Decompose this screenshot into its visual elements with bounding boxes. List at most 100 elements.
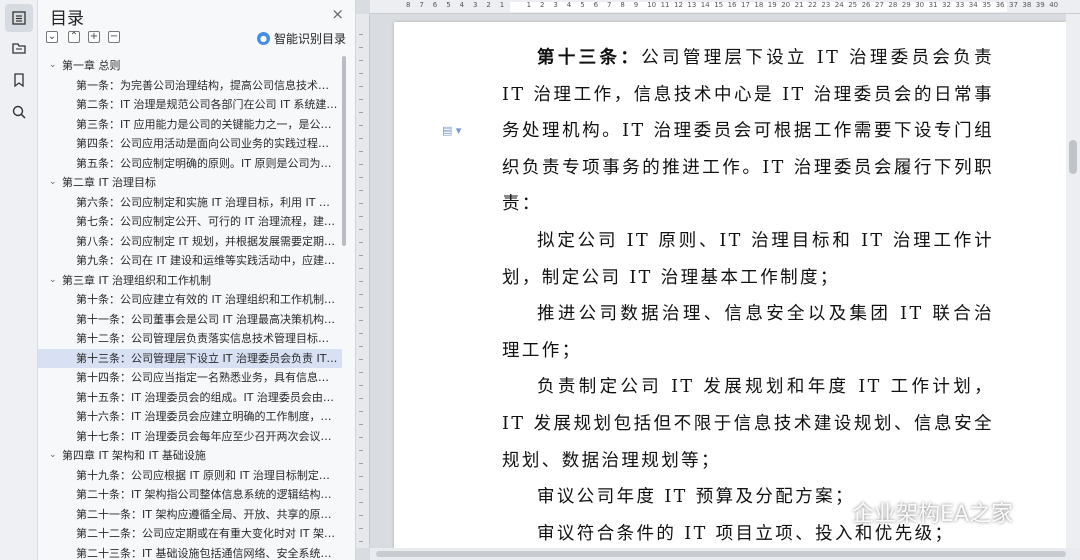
ruler-tick [359, 60, 363, 61]
toc-item-label: 第十七条：IT 治理委员会每年应至少召开两次会议，… [76, 429, 342, 443]
article-text: 公司管理层下设立 IT 治理委员会负责 IT 治理工作，信息技术中心是 IT 治… [502, 48, 994, 215]
ruler-number: 7 [607, 1, 612, 9]
ruler-number: 36 [995, 1, 1005, 9]
ruler-tick [359, 294, 363, 295]
watermark-text: 企业架构EA之家 [852, 502, 1013, 527]
toc-article-item[interactable]: 第一条：为完善公司治理结构，提高公司信息技术（… [38, 76, 342, 96]
ruler-number: 27 [875, 1, 884, 9]
toc-article-item[interactable]: 第五条：公司应制定明确的原则。IT 原则是公司为实… [38, 154, 342, 174]
ruler-number: 22 [808, 1, 817, 9]
chevron-down-icon[interactable]: ⌄ [49, 173, 57, 193]
toc-article-item[interactable]: 第十一条：公司董事会是公司 IT 治理最高决策机构，… [38, 310, 342, 330]
chevron-down-icon[interactable]: ⌄ [49, 446, 57, 466]
toc-article-item[interactable]: 第十七条：IT 治理委员会每年应至少召开两次会议，… [38, 427, 342, 447]
ruler-number: 37 [1009, 1, 1018, 9]
toc-article-item[interactable]: 第四条：公司应用活动是面向公司业务的实践过程，… [38, 134, 342, 154]
toc-article-item[interactable]: 第十六条：IT 治理委员会应建立明确的工作制度，确… [38, 407, 342, 427]
ruler-number: 25 [848, 1, 858, 9]
toc-item-label: 第六条：公司应制定和实施 IT 治理目标，利用 IT 增… [76, 195, 341, 209]
document-body[interactable]: 第十三条：公司管理层下设立 IT 治理委员会负责 IT 治理工作，信息技术中心是… [502, 40, 994, 552]
ruler-number: 19 [767, 1, 777, 9]
toc-chapter-item[interactable]: ⌄ 第三章 IT 治理组织和工作机制 [38, 271, 342, 291]
ruler-number: 18 [754, 1, 764, 9]
toc-article-item[interactable]: 第六条：公司应制定和实施 IT 治理目标，利用 IT 增… [38, 193, 342, 213]
horizontal-scrollbar[interactable] [370, 548, 1080, 560]
chevron-down-icon[interactable]: ⌄ [49, 271, 57, 291]
ruler-tick [359, 164, 363, 165]
ruler-number: 8 [406, 1, 411, 9]
chevron-down-icon[interactable]: ⌄ [49, 56, 57, 76]
toc-article-item[interactable]: 第二十三条：IT 基础设施包括通信网络、安全系统… [38, 544, 342, 560]
smart-recognize-button[interactable]: ● 智能识别目录 [256, 30, 346, 47]
ruler-tick [359, 216, 363, 217]
toc-article-item[interactable]: 第十四条：公司应当指定一名熟悉业务，具有信息技… [38, 368, 342, 388]
toc-article-item[interactable]: 第十九条：公司应根据 IT 原则和 IT 治理目标制定相… [38, 466, 342, 486]
ruler-tick [359, 268, 363, 269]
close-icon[interactable]: × [331, 5, 344, 23]
toc-article-item[interactable]: 第二条：IT 治理是规范公司各部门在公司 IT 系统建… [38, 95, 342, 115]
ruler-number: 8 [620, 1, 625, 9]
ruler-number: 10 [647, 1, 657, 9]
toc-chapter-item[interactable]: ⌄ 第一章 总则 [38, 56, 342, 76]
toc-article-item[interactable]: 第二十条：IT 架构指公司整体信息系统的逻辑结构，… [38, 485, 342, 505]
collapse-all-icon[interactable]: ⌄ [46, 31, 58, 43]
ruler-tick [359, 333, 363, 334]
ruler-number: 5 [446, 1, 451, 9]
ruler-tick [359, 450, 363, 451]
toc-item-label: 第十五条：IT 治理委员会的组成。IT 治理委员会由主… [76, 390, 342, 404]
toc-item-label: 第三条：IT 应用能力是公司的关键能力之一，是公司… [76, 117, 342, 131]
horizontal-ruler[interactable]: 8 7 6 5 4 3 2 1 1 2 3 4 5 6 7 8 9 10 11 12 13 14 15 16 17 18 19 20 2… [370, 0, 1080, 14]
ai-icon: ● [256, 32, 270, 45]
wechat-logo-icon [817, 502, 843, 522]
toc-article-item[interactable]: 第二十一条：IT 架构应遵循全局、开放、共享的原则… [38, 505, 342, 525]
toc-article-item[interactable]: 第十条：公司应建立有效的 IT 治理组织和工作机制，… [38, 290, 342, 310]
toc-article-item[interactable]: 第十五条：IT 治理委员会的组成。IT 治理委员会由主… [38, 388, 342, 408]
horizontal-scroll-thumb[interactable] [376, 551, 1066, 557]
toc-chapter-item[interactable]: ⌄ 第四章 IT 架构和 IT 基础设施 [38, 446, 342, 466]
ruler-number: 16 [727, 1, 737, 9]
vertical-ruler[interactable] [356, 14, 370, 548]
folder-tree-icon [12, 43, 26, 54]
toc-article-item[interactable]: 第七条：公司应制定公开、可行的 IT 治理流程，建立… [38, 212, 342, 232]
list-icon [12, 11, 26, 25]
ruler-number: 24 [834, 1, 844, 9]
toc-item-label: 第四章 IT 架构和 IT 基础设施 [62, 449, 206, 462]
paragraph-marker-icon[interactable]: ▤ ▾ [442, 124, 461, 137]
vertical-scroll-thumb[interactable] [1069, 140, 1077, 174]
ruler-number: 14 [700, 1, 710, 9]
ruler-number: 33 [955, 1, 965, 9]
bookmark-icon [14, 73, 24, 88]
vertical-scrollbar[interactable] [1066, 14, 1080, 548]
remove-heading-icon[interactable]: − [108, 31, 120, 43]
chapter-nav-button[interactable] [5, 34, 33, 62]
toc-article-item[interactable]: 第二十二条：公司应定期或在有重大变化时对 IT 架构… [38, 524, 342, 544]
document-paragraph: 拟定公司 IT 原则、IT 治理目标和 IT 治理工作计划，制定公司 IT 治理… [502, 230, 994, 288]
bookmark-button[interactable] [5, 66, 33, 94]
toc-item-label: 第一条：为完善公司治理结构，提高公司信息技术（… [76, 78, 340, 92]
toc-item-label: 第十九条：公司应根据 IT 原则和 IT 治理目标制定相… [76, 468, 341, 482]
ruler-number: 2 [540, 1, 545, 9]
ruler-number: 4 [459, 1, 465, 9]
toc-article-item[interactable]: 第三条：IT 应用能力是公司的关键能力之一，是公司… [38, 115, 342, 135]
toc-article-item[interactable]: 第九条：公司在 IT 建设和运维等实践活动中，应建立… [38, 251, 342, 271]
toc-chapter-item[interactable]: ⌄ 第二章 IT 治理目标 [38, 173, 342, 193]
ruler-number: 7 [419, 1, 424, 9]
toc-header: 目录 × [38, 0, 356, 30]
toc-item-label: 第十一条：公司董事会是公司 IT 治理最高决策机构，… [76, 312, 342, 326]
toc-article-item[interactable]: 第八条：公司应制定 IT 规划，并根据发展需要定期更… [38, 232, 342, 252]
ruler-tick [359, 515, 363, 516]
toc-article-item[interactable]: 第十三条：公司管理层下设立 IT 治理委员会负责 IT … [38, 348, 342, 368]
toc-item-label: 第十三条：公司管理层下设立 IT 治理委员会负责 IT … [76, 351, 341, 365]
expand-up-icon[interactable]: ⌃ [68, 31, 80, 43]
search-button[interactable] [5, 98, 33, 126]
toc-panel-button[interactable] [5, 4, 33, 32]
toc-article-item[interactable]: 第十二条：公司管理层负责落实信息技术管理目标，… [38, 329, 342, 349]
document-page[interactable]: ▤ ▾ 第十三条：公司管理层下设立 IT 治理委员会负责 IT 治理工作，信息技… [394, 22, 1066, 560]
add-heading-icon[interactable]: + [88, 31, 100, 43]
ruler-number: 2 [486, 1, 491, 9]
toc-scrollbar[interactable] [342, 56, 346, 246]
ruler-tick [359, 281, 363, 282]
ruler-number: 3 [553, 1, 558, 9]
toc-item-label: 第二十二条：公司应定期或在有重大变化时对 IT 架构… [76, 527, 342, 540]
ruler-tick [359, 372, 363, 373]
